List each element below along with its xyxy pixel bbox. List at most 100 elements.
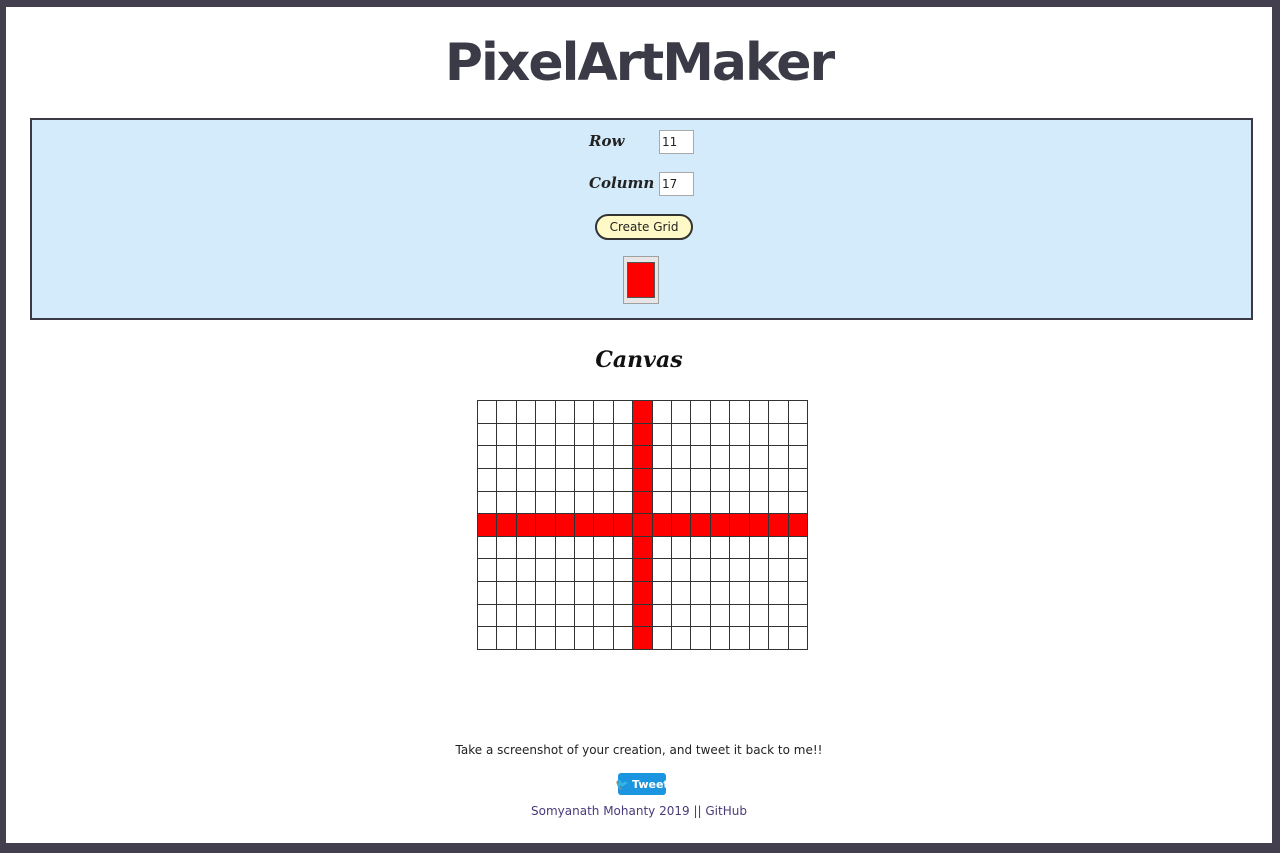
pixel-cell[interactable] <box>729 558 750 582</box>
pixel-cell[interactable] <box>787 513 808 537</box>
pixel-cell[interactable] <box>768 490 789 515</box>
pixel-cell[interactable] <box>748 581 770 605</box>
pixel-cell[interactable] <box>632 467 653 492</box>
pixel-cell[interactable] <box>593 603 614 628</box>
pixel-cell[interactable] <box>709 422 731 447</box>
pixel-cell[interactable] <box>554 558 576 582</box>
pixel-cell[interactable] <box>515 626 537 650</box>
pixel-cell[interactable] <box>768 581 789 605</box>
pixel-cell[interactable] <box>651 490 673 515</box>
pixel-cell[interactable] <box>768 422 789 447</box>
pixel-cell[interactable] <box>671 535 692 560</box>
pixel-cell[interactable] <box>632 400 653 424</box>
pixel-cell[interactable] <box>729 626 750 650</box>
pixel-cell[interactable] <box>690 603 711 628</box>
pixel-cell[interactable] <box>554 400 576 424</box>
pixel-cell[interactable] <box>574 400 595 424</box>
pixel-canvas[interactable] <box>476 400 808 650</box>
pixel-cell[interactable] <box>554 490 576 515</box>
pixel-cell[interactable] <box>535 445 556 469</box>
pixel-cell[interactable] <box>496 467 517 492</box>
pixel-cell[interactable] <box>612 603 634 628</box>
pixel-cell[interactable] <box>632 422 653 447</box>
pixel-cell[interactable] <box>768 558 789 582</box>
pixel-cell[interactable] <box>554 422 576 447</box>
pixel-cell[interactable] <box>729 581 750 605</box>
pixel-cell[interactable] <box>574 535 595 560</box>
pixel-cell[interactable] <box>729 535 750 560</box>
pixel-cell[interactable] <box>612 467 634 492</box>
pixel-cell[interactable] <box>787 603 808 628</box>
pixel-cell[interactable] <box>496 445 517 469</box>
pixel-cell[interactable] <box>671 422 692 447</box>
pixel-cell[interactable] <box>496 535 517 560</box>
pixel-cell[interactable] <box>593 558 614 582</box>
pixel-cell[interactable] <box>476 603 498 628</box>
pixel-cell[interactable] <box>593 490 614 515</box>
pixel-cell[interactable] <box>729 422 750 447</box>
pixel-cell[interactable] <box>651 400 673 424</box>
pixel-cell[interactable] <box>574 490 595 515</box>
pixel-cell[interactable] <box>690 535 711 560</box>
pixel-cell[interactable] <box>632 626 653 650</box>
pixel-cell[interactable] <box>748 603 770 628</box>
pixel-cell[interactable] <box>651 626 673 650</box>
pixel-cell[interactable] <box>709 535 731 560</box>
pixel-cell[interactable] <box>535 558 556 582</box>
pixel-cell[interactable] <box>554 626 576 650</box>
pixel-cell[interactable] <box>632 558 653 582</box>
tweet-button[interactable]: 🐦 Tweet <box>615 773 669 795</box>
pixel-cell[interactable] <box>651 558 673 582</box>
pixel-cell[interactable] <box>593 626 614 650</box>
pixel-cell[interactable] <box>787 535 808 560</box>
pixel-cell[interactable] <box>612 422 634 447</box>
pixel-cell[interactable] <box>671 558 692 582</box>
pixel-cell[interactable] <box>593 581 614 605</box>
pixel-cell[interactable] <box>768 445 789 469</box>
create-grid-button[interactable]: Create Grid <box>595 214 693 240</box>
pixel-cell[interactable] <box>709 445 731 469</box>
pixel-cell[interactable] <box>593 422 614 447</box>
pixel-cell[interactable] <box>535 400 556 424</box>
pixel-cell[interactable] <box>535 581 556 605</box>
pixel-cell[interactable] <box>612 535 634 560</box>
pixel-cell[interactable] <box>476 558 498 582</box>
pixel-cell[interactable] <box>515 445 537 469</box>
pixel-cell[interactable] <box>574 581 595 605</box>
pixel-cell[interactable] <box>671 581 692 605</box>
pixel-cell[interactable] <box>729 513 750 537</box>
pixel-cell[interactable] <box>787 445 808 469</box>
pixel-cell[interactable] <box>729 445 750 469</box>
pixel-cell[interactable] <box>612 445 634 469</box>
pixel-cell[interactable] <box>515 422 537 447</box>
pixel-cell[interactable] <box>496 581 517 605</box>
pixel-cell[interactable] <box>496 626 517 650</box>
pixel-cell[interactable] <box>612 558 634 582</box>
pixel-cell[interactable] <box>709 400 731 424</box>
pixel-cell[interactable] <box>709 467 731 492</box>
pixel-cell[interactable] <box>496 513 517 537</box>
pixel-cell[interactable] <box>554 467 576 492</box>
pixel-cell[interactable] <box>593 535 614 560</box>
pixel-cell[interactable] <box>729 603 750 628</box>
pixel-cell[interactable] <box>476 467 498 492</box>
pixel-cell[interactable] <box>709 626 731 650</box>
pixel-cell[interactable] <box>554 581 576 605</box>
pixel-cell[interactable] <box>690 490 711 515</box>
pixel-cell[interactable] <box>496 490 517 515</box>
pixel-cell[interactable] <box>574 603 595 628</box>
pixel-cell[interactable] <box>690 581 711 605</box>
pixel-cell[interactable] <box>496 558 517 582</box>
pixel-cell[interactable] <box>768 513 789 537</box>
pixel-cell[interactable] <box>515 581 537 605</box>
pixel-cell[interactable] <box>651 603 673 628</box>
pixel-cell[interactable] <box>651 467 673 492</box>
pixel-cell[interactable] <box>768 467 789 492</box>
pixel-cell[interactable] <box>476 422 498 447</box>
pixel-cell[interactable] <box>709 490 731 515</box>
pixel-cell[interactable] <box>787 558 808 582</box>
color-picker[interactable] <box>623 256 659 304</box>
pixel-cell[interactable] <box>690 445 711 469</box>
pixel-cell[interactable] <box>748 490 770 515</box>
pixel-cell[interactable] <box>535 490 556 515</box>
